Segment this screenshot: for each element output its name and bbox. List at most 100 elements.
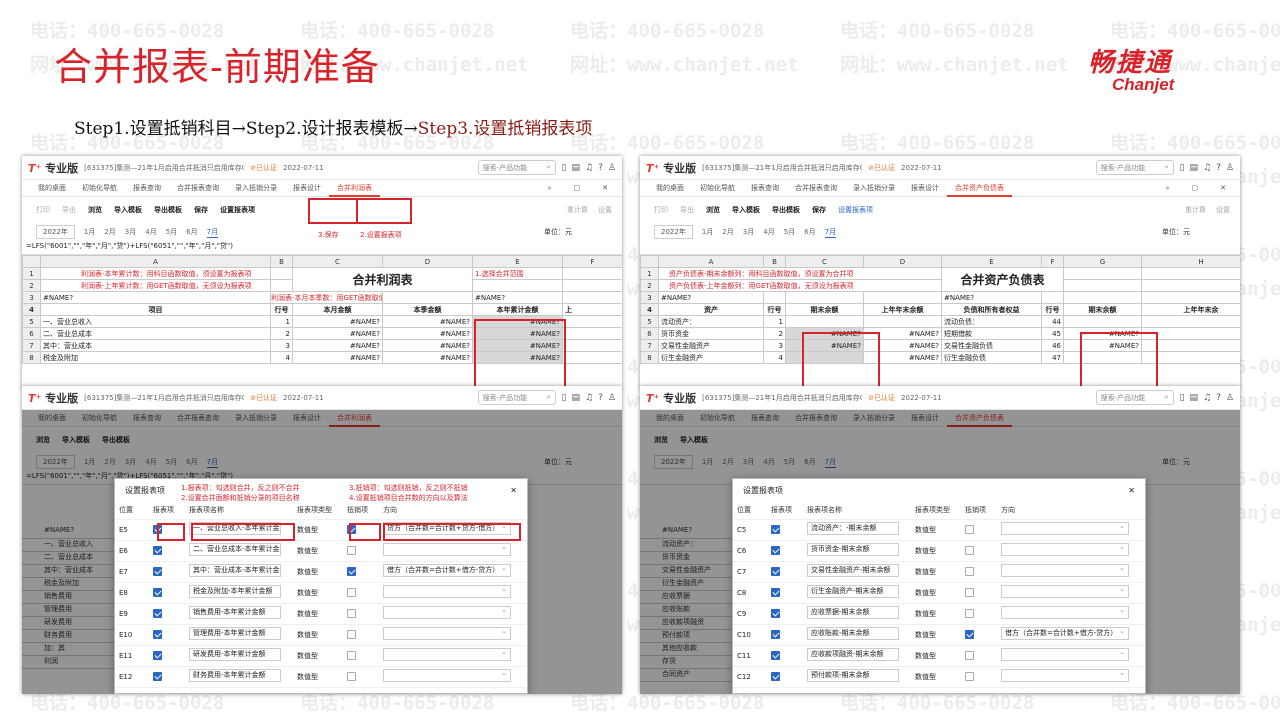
item-name-field[interactable]: 应收账款-期末余额	[807, 627, 899, 640]
item-name-field[interactable]: 交易性金融资产-期末余额	[807, 564, 899, 577]
offset-checkbox[interactable]	[965, 609, 974, 618]
item-name-field[interactable]: 货币资金-期末余额	[807, 543, 899, 556]
month[interactable]: 5月	[784, 227, 795, 237]
offset-checkbox[interactable]	[965, 672, 974, 681]
recalc-button[interactable]: 重计算	[567, 205, 588, 215]
report-item-checkbox[interactable]	[153, 546, 162, 555]
tab[interactable]: 我的桌面	[648, 183, 692, 193]
offset-checkbox[interactable]	[347, 609, 356, 618]
report-item-checkbox[interactable]	[153, 609, 162, 618]
report-item-checkbox[interactable]	[771, 567, 780, 576]
month[interactable]: 5月	[166, 227, 177, 237]
item-name-field[interactable]: 财务费用-本年累计金额	[189, 669, 281, 682]
settings-button[interactable]: 设置	[1216, 205, 1230, 215]
export-template-button[interactable]: 导出模板	[154, 205, 182, 215]
export-button[interactable]: 导出	[680, 205, 694, 215]
offset-checkbox[interactable]	[347, 672, 356, 681]
month[interactable]: 1月	[84, 227, 95, 237]
offset-checkbox[interactable]	[347, 567, 356, 576]
close-icon[interactable]: ✕	[1128, 486, 1135, 495]
report-item-checkbox[interactable]	[771, 651, 780, 660]
item-name-field[interactable]: 应收款项融资-期末余额	[807, 648, 899, 661]
offset-checkbox[interactable]	[965, 630, 974, 639]
item-name-field[interactable]: 预付款项-期末余额	[807, 669, 899, 682]
direction-select[interactable]	[383, 648, 511, 661]
save-button[interactable]: 保存	[194, 205, 208, 215]
direction-select[interactable]	[1001, 648, 1129, 661]
item-name-field[interactable]: 管理费用-本年累计金额	[189, 627, 281, 640]
month[interactable]: 3月	[125, 227, 136, 237]
top-icons[interactable]: ▯ ▤ ♫? ♙	[562, 393, 616, 403]
save-button[interactable]: 保存	[812, 205, 826, 215]
direction-select[interactable]	[383, 606, 511, 619]
direction-select[interactable]	[1001, 606, 1129, 619]
report-item-checkbox[interactable]	[771, 630, 780, 639]
tab[interactable]: 初始化导航	[74, 183, 125, 193]
tab[interactable]: 录入抵销分录	[845, 183, 903, 193]
print-button[interactable]: 打印	[36, 205, 50, 215]
search-input[interactable]: 搜索-产品功能 ⌕	[1095, 160, 1174, 175]
browse-button[interactable]: 浏览	[706, 205, 720, 215]
import-template-button[interactable]: 导入模板	[732, 205, 760, 215]
item-name-field[interactable]: 其中：营业成本-本年累计金额	[189, 564, 281, 577]
month[interactable]: 2月	[104, 227, 115, 237]
direction-select[interactable]	[1001, 585, 1129, 598]
search-input[interactable]: 搜索-产品功能 ⌕	[477, 390, 556, 405]
tab[interactable]: 录入抵销分录	[227, 183, 285, 193]
report-item-checkbox[interactable]	[771, 672, 780, 681]
offset-checkbox[interactable]	[965, 651, 974, 660]
tab[interactable]: 报表设计	[285, 183, 329, 193]
offset-checkbox[interactable]	[965, 525, 974, 534]
item-name-field[interactable]: 研发费用-本年累计金额	[189, 648, 281, 661]
direction-select[interactable]	[383, 543, 511, 556]
month[interactable]: 1月	[702, 227, 713, 237]
direction-select[interactable]	[1001, 522, 1129, 535]
year-select[interactable]: 2022年	[36, 225, 75, 239]
offset-checkbox[interactable]	[965, 567, 974, 576]
export-button[interactable]: 导出	[62, 205, 76, 215]
report-item-checkbox[interactable]	[153, 630, 162, 639]
month[interactable]: 4月	[763, 227, 774, 237]
tab[interactable]: 报表查询	[125, 183, 169, 193]
item-name-field[interactable]: 二、营业总成本-本年累计金额	[189, 543, 281, 556]
offset-checkbox[interactable]	[347, 651, 356, 660]
formula-bar[interactable]	[640, 241, 1240, 255]
search-input[interactable]: 搜索-产品功能 ⌕	[477, 160, 556, 175]
window-controls[interactable]: ⌕ ▢ ✕	[1150, 184, 1240, 193]
report-item-checkbox[interactable]	[771, 525, 780, 534]
top-icons[interactable]: ▯ ▤ ♫? ♙	[1180, 163, 1234, 173]
direction-select[interactable]	[1001, 564, 1129, 577]
report-item-checkbox[interactable]	[153, 672, 162, 681]
report-item-checkbox[interactable]	[153, 588, 162, 597]
month[interactable]: 3月	[743, 227, 754, 237]
report-item-checkbox[interactable]	[771, 546, 780, 555]
item-name-field[interactable]: 税金及附加-本年累计金额	[189, 585, 281, 598]
item-name-field[interactable]: 应收票据-期末余额	[807, 606, 899, 619]
offset-checkbox[interactable]	[965, 588, 974, 597]
report-item-checkbox[interactable]	[771, 609, 780, 618]
offset-checkbox[interactable]	[347, 588, 356, 597]
report-item-checkbox[interactable]	[153, 567, 162, 576]
browse-button[interactable]: 浏览	[88, 205, 102, 215]
settings-button[interactable]: 设置	[598, 205, 612, 215]
tab[interactable]: 合并报表查询	[169, 183, 227, 193]
report-item-checkbox[interactable]	[153, 651, 162, 660]
offset-checkbox[interactable]	[965, 546, 974, 555]
offset-checkbox[interactable]	[347, 630, 356, 639]
close-icon[interactable]: ✕	[510, 486, 517, 495]
print-button[interactable]: 打印	[654, 205, 668, 215]
set-report-item-button[interactable]: 设置报表项	[838, 205, 873, 215]
month[interactable]: 2月	[722, 227, 733, 237]
direction-select[interactable]: 借方（合并数=合计数+借方-贷方）	[383, 564, 511, 577]
item-name-field[interactable]: 衍生金融资产-期末余额	[807, 585, 899, 598]
month[interactable]: 6月	[804, 227, 815, 237]
item-name-field[interactable]: 流动资产：-期末余额	[807, 522, 899, 535]
top-icons[interactable]: ▯ ▤ ♫? ♙	[1180, 393, 1234, 403]
tab[interactable]: 报表设计	[903, 183, 947, 193]
direction-select[interactable]	[383, 585, 511, 598]
window-controls[interactable]: ⌕ ▢ ✕	[532, 184, 622, 193]
item-name-field[interactable]: 销售费用-本年累计金额	[189, 606, 281, 619]
tab-balance-active[interactable]: 合并资产负债表	[947, 180, 1012, 197]
tab[interactable]: 我的桌面	[30, 183, 74, 193]
tab[interactable]: 初始化导航	[692, 183, 743, 193]
